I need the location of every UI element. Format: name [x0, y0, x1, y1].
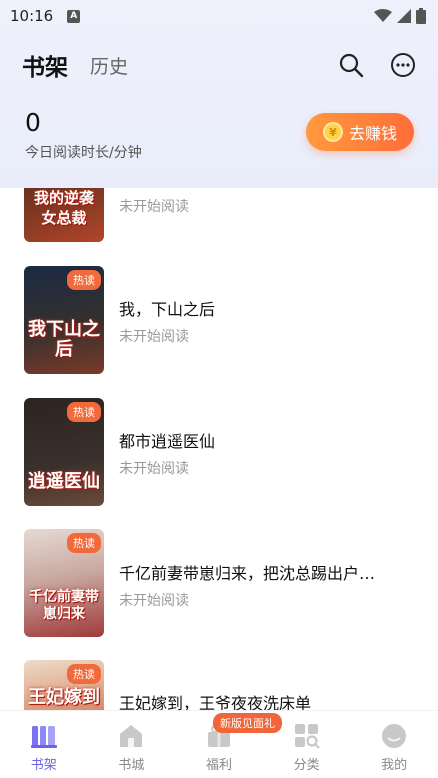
- book-status: 未开始阅读: [119, 329, 189, 345]
- nav-profile[interactable]: 我的: [350, 711, 438, 778]
- nav-category-label: 分类: [293, 758, 320, 773]
- tab-bookshelf[interactable]: 书架: [22, 48, 76, 82]
- tab-history[interactable]: 历史: [90, 52, 128, 79]
- book-status: 未开始阅读: [119, 461, 189, 477]
- category-icon: [294, 724, 320, 749]
- book-status: 未开始阅读: [119, 593, 189, 609]
- profile-icon: [382, 724, 407, 748]
- more-icon[interactable]: [390, 52, 416, 78]
- cover-title: 我下山之后: [28, 319, 100, 360]
- book-cover[interactable]: 热读 我下山之后: [24, 266, 104, 374]
- hot-badge: 热读: [67, 533, 101, 553]
- nav-store[interactable]: 书城: [88, 711, 176, 778]
- book-title: 王妃嫁到，王爷夜夜洗床单: [119, 694, 312, 710]
- book-item[interactable]: 热读 千亿前妻带崽归来 千亿前妻带崽归来，把沈总踢出户… 未开始阅读: [0, 529, 438, 637]
- status-time: 10:16: [10, 7, 54, 25]
- wifi-icon: [374, 9, 392, 22]
- nav-profile-label: 我的: [381, 758, 408, 773]
- book-item[interactable]: 热读 逍遥医仙 都市逍遥医仙 未开始阅读: [0, 398, 438, 506]
- cover-title: 我的逆袭女总裁: [33, 189, 94, 227]
- nav-welfare-label: 福利: [205, 758, 232, 773]
- signal-icon: [397, 9, 411, 23]
- book-cover[interactable]: 热读 千亿前妻带崽归来: [24, 529, 104, 637]
- nav-welfare[interactable]: 新版见面礼 福利: [175, 711, 282, 778]
- hot-badge: 热读: [67, 664, 101, 684]
- bookshelf-list: 我的逆袭女总裁 未开始阅读 热读 我下山之后 我，下山之后 未开始阅读 热读 逍…: [0, 188, 438, 710]
- book-cover[interactable]: 热读 逍遥医仙: [24, 398, 104, 506]
- today-reading-label: 今日阅读时长/分钟: [25, 145, 142, 161]
- nav-category[interactable]: 分类: [263, 711, 351, 778]
- bookshelf-icon: [30, 726, 57, 748]
- notification-icon: A: [67, 9, 81, 23]
- nav-store-label: 书城: [118, 758, 145, 773]
- book-item[interactable]: 热读 我下山之后 我，下山之后 未开始阅读: [0, 266, 438, 374]
- search-icon[interactable]: [338, 52, 364, 78]
- reading-stats: 0 今日阅读时长/分钟: [25, 108, 142, 162]
- cover-title: 王妃嫁到: [28, 687, 100, 708]
- earn-money-button[interactable]: ¥ 去赚钱: [306, 113, 414, 151]
- cover-title: 逍遥医仙: [28, 471, 100, 492]
- book-item[interactable]: 我的逆袭女总裁 未开始阅读: [0, 188, 438, 242]
- store-icon: [120, 725, 143, 747]
- nav-bookshelf-label: 书架: [30, 758, 57, 773]
- bottom-navigation: 书架 书城 新版见面礼 福利 分类 我的: [0, 710, 438, 778]
- hot-badge: 热读: [67, 402, 101, 422]
- top-header: 书架 历史: [0, 40, 438, 90]
- coin-icon: ¥: [322, 122, 343, 142]
- earn-money-label: 去赚钱: [348, 124, 397, 143]
- book-title: 千亿前妻带崽归来，把沈总踢出户…: [119, 564, 376, 583]
- hot-badge: 热读: [67, 270, 101, 290]
- tab-bookshelf-label: 书架: [22, 55, 68, 81]
- battery-icon: [416, 8, 426, 24]
- book-cover[interactable]: 我的逆袭女总裁: [24, 188, 104, 242]
- nav-bookshelf[interactable]: 书架: [0, 711, 88, 778]
- book-title: 我，下山之后: [119, 300, 216, 319]
- cover-title: 千亿前妻带崽归来: [29, 589, 99, 622]
- book-title: 都市逍遥医仙: [119, 432, 216, 451]
- today-reading-value: 0: [25, 108, 41, 137]
- book-cover[interactable]: 热读 王妃嫁到: [24, 660, 104, 710]
- status-bar: 10:16 A: [0, 0, 438, 32]
- book-status: 未开始阅读: [119, 199, 189, 215]
- book-item[interactable]: 热读 王妃嫁到 王妃嫁到，王爷夜夜洗床单: [0, 660, 438, 710]
